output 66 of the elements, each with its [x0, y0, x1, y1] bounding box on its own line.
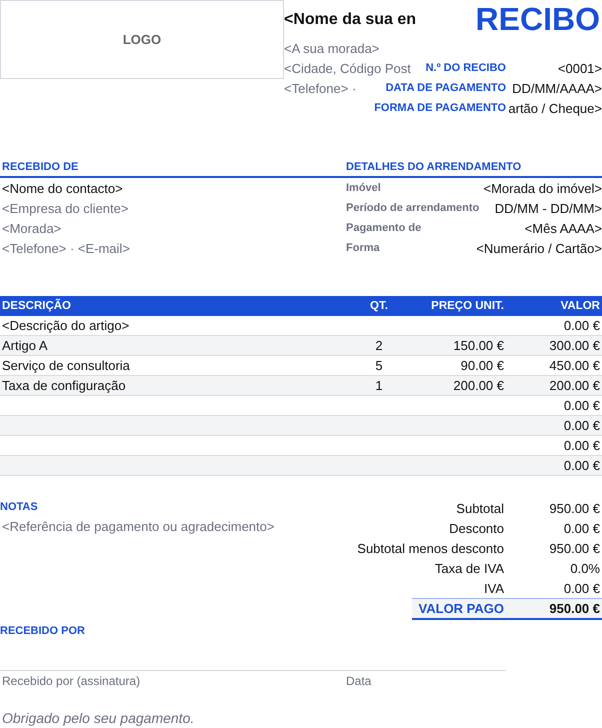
- total-value: 0.00 €: [562, 580, 601, 596]
- client-detail: <Empresa do cliente>: [2, 200, 128, 216]
- sender-address: <Telefone> ·: [284, 80, 356, 96]
- total-value: 950.00 €: [548, 500, 601, 516]
- amount-cell-text: 0.00 €: [562, 418, 601, 433]
- meta-value: <0001>: [556, 60, 602, 76]
- total-value: 0.00 €: [562, 520, 601, 536]
- unit-price-cell-text: 200.00 €: [452, 378, 505, 393]
- quantity-cell-text: 1: [374, 378, 384, 393]
- amount-cell-text: 450.00 €: [548, 358, 601, 373]
- section-heading: RECEBIDO POR: [0, 624, 86, 639]
- amount-cell-text: 0.00 €: [562, 458, 601, 473]
- total-value: 0.0%: [569, 560, 601, 576]
- description-cell-text: <Descrição do artigo>: [1, 318, 130, 333]
- section-heading: DETALHES DO ARRENDAMENTO: [346, 158, 602, 178]
- detail-label: Forma: [346, 242, 380, 254]
- company-name: <Nome da sua en: [284, 11, 416, 29]
- total-label: IVA: [483, 580, 505, 596]
- section-heading: NOTAS: [0, 500, 39, 515]
- quantity-cell-text: 2: [374, 338, 384, 353]
- total-label: Taxa de IVA: [434, 560, 505, 576]
- description-cell-text: Serviço de consultoria: [1, 358, 131, 373]
- section-heading: RECEBIDO DE: [0, 158, 346, 178]
- total-value: 950.00 €: [548, 601, 601, 616]
- sender-address: <A sua morada>: [284, 40, 380, 56]
- total-label: VALOR PAGO: [418, 601, 505, 616]
- client-detail: <Morada>: [2, 220, 62, 236]
- detail-label: Imóvel: [346, 182, 381, 194]
- detail-label: Pagamento de: [346, 222, 422, 234]
- meta-label: N.º DO RECIBO: [426, 62, 506, 74]
- amount-cell-text: 0.00 €: [562, 398, 601, 413]
- description-cell-text: Artigo A: [1, 338, 49, 353]
- client-detail: <Telefone> · <E-mail>: [2, 240, 130, 256]
- column-header: PREÇO UNIT.: [430, 300, 505, 312]
- meta-value: artão / Cheque>: [507, 100, 602, 116]
- signature-label: Recebido por (assinatura): [1, 674, 142, 688]
- total-label: Desconto: [448, 520, 505, 536]
- amount-cell-text: 300.00 €: [548, 338, 601, 353]
- amount-cell-text: 0.00 €: [562, 318, 601, 333]
- thank-you-note: Obrigado pelo seu pagamento.: [1, 710, 196, 726]
- logo-frame: LOGO: [0, 0, 284, 79]
- total-value: 950.00 €: [548, 540, 601, 556]
- meta-value: DD/MM/AAAA>: [511, 80, 602, 96]
- unit-price-cell-text: 90.00 €: [460, 358, 505, 373]
- column-header: QT.: [369, 300, 389, 312]
- unit-price-cell-text: 150.00 €: [452, 338, 505, 353]
- description-cell-text: Taxa de configuração: [1, 378, 127, 393]
- total-label: Subtotal menos desconto: [356, 540, 505, 556]
- detail-value: <Mês AAAA>: [524, 220, 602, 236]
- date-label: Data: [346, 674, 372, 688]
- detail-label: Período de arrendamento: [346, 202, 480, 214]
- column-header: DESCRIÇÃO: [1, 300, 72, 312]
- detail-value: DD/MM - DD/MM>: [494, 200, 602, 216]
- client-detail: <Nome do contacto>: [2, 180, 123, 196]
- amount-cell-text: 200.00 €: [548, 378, 601, 393]
- amount-cell-text: 0.00 €: [562, 438, 601, 453]
- meta-label: DATA DE PAGAMENTO: [386, 82, 506, 94]
- quantity-cell-text: 5: [374, 358, 384, 373]
- notes-text: <Referência de pagamento ou agradecimento>: [2, 518, 274, 534]
- total-label: Subtotal: [455, 500, 505, 516]
- detail-value: <Numerário / Cartão>: [476, 240, 602, 256]
- column-header: VALOR: [560, 300, 601, 312]
- sender-address: <Cidade, Código Post: [284, 60, 411, 76]
- detail-value: <Morada do imóvel>: [483, 180, 602, 196]
- receipt-title: RECIBO: [476, 0, 601, 38]
- meta-label: FORMA DE PAGAMENTO: [374, 102, 506, 114]
